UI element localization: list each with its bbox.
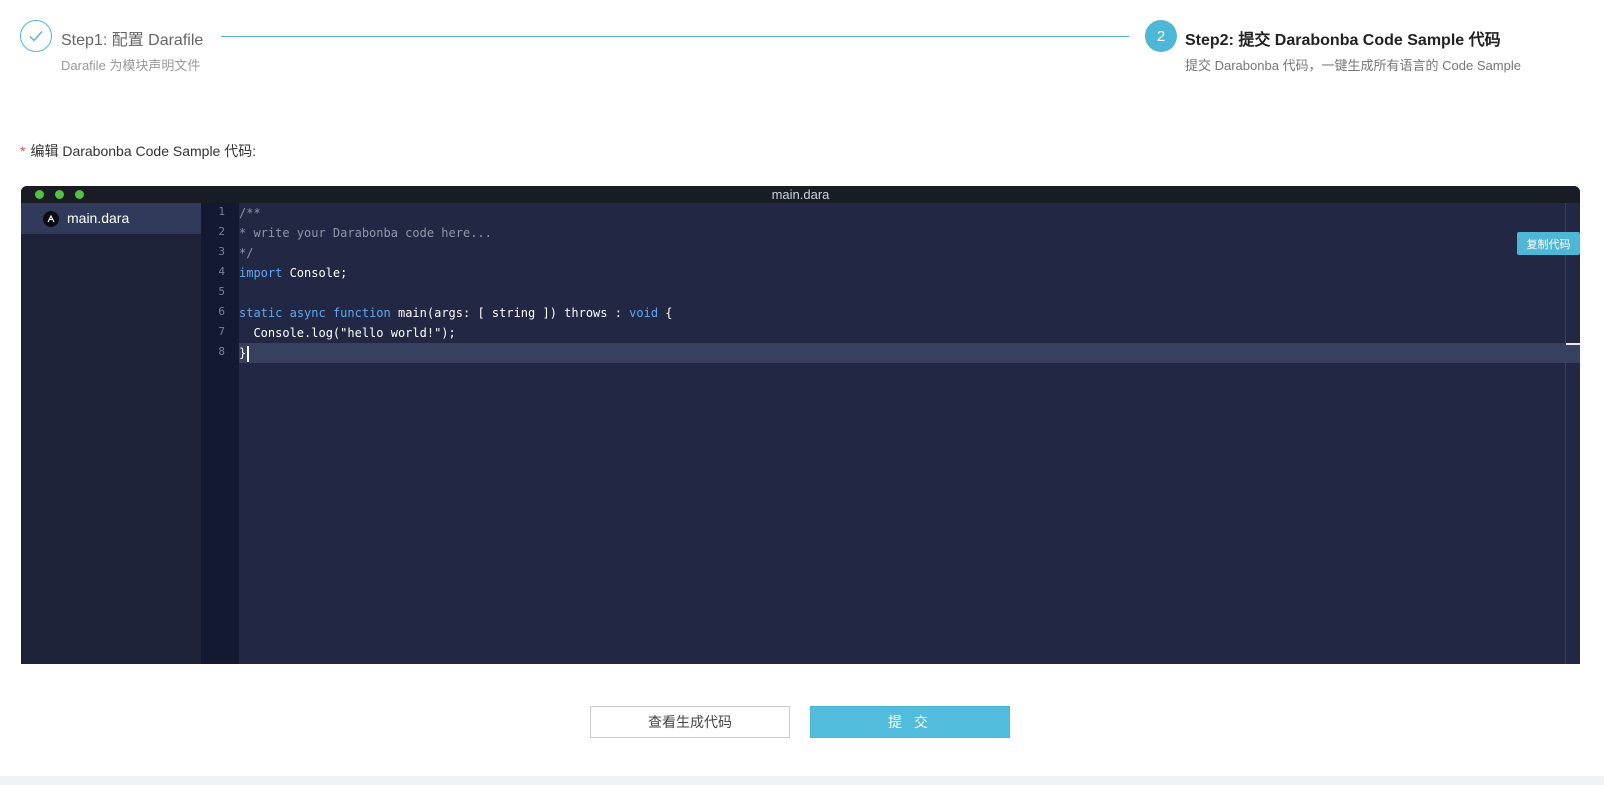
- step1-check-icon: [20, 20, 52, 52]
- code-line: import Console;: [239, 263, 347, 283]
- code-keyword: async: [289, 306, 326, 320]
- step2-title: Step2: 提交 Darabonba Code Sample 代码: [1185, 32, 1501, 49]
- editor-window-title: main.dara: [771, 187, 830, 202]
- step1-description: Darafile 为模块声明文件: [61, 58, 201, 73]
- code-comment: * write your Darabonba code here...: [239, 226, 492, 240]
- code-line: Console.log("hello world!");: [239, 323, 456, 343]
- line-number: 1: [218, 205, 225, 218]
- code-comment: */: [239, 246, 254, 260]
- line-number: 4: [218, 265, 225, 278]
- text-cursor: [247, 345, 250, 362]
- code-line: static async function main(args: [ strin…: [239, 303, 673, 323]
- view-generated-code-button[interactable]: 查看生成代码: [590, 706, 790, 738]
- code-field-label-text: 编辑 Darabonba Code Sample 代码:: [30, 143, 257, 159]
- line-number: 5: [218, 285, 225, 298]
- line-number: 2: [218, 225, 225, 238]
- code-keyword: void: [629, 306, 659, 320]
- code-editor: main.dara main.dara 1 2 3 4 5 6 7 8 /** …: [21, 186, 1580, 664]
- file-item-main-dara[interactable]: main.dara: [21, 203, 201, 234]
- darabonba-logo-icon: [43, 211, 59, 227]
- file-item-label: main.dara: [67, 210, 130, 226]
- step1-title: Step1: 配置 Darafile: [61, 32, 204, 49]
- code-text: Console.log("hello world!");: [239, 326, 456, 340]
- editor-scrollbar[interactable]: [1565, 203, 1566, 664]
- scrollbar-cursor-marker: [1566, 343, 1580, 345]
- code-field-label: * 编辑 Darabonba Code Sample 代码:: [20, 141, 256, 161]
- line-number: 8: [218, 345, 225, 358]
- code-keyword: function: [332, 306, 391, 320]
- code-text-area[interactable]: /** * write your Darabonba code here... …: [239, 203, 1580, 664]
- line-number: 6: [218, 305, 225, 318]
- code-text: Console;: [282, 266, 348, 280]
- editor-titlebar: main.dara: [21, 186, 1580, 203]
- page-footer-strip: [0, 776, 1604, 785]
- code-line: * write your Darabonba code here...: [239, 223, 492, 243]
- code-text: }: [239, 346, 247, 360]
- step-connector-line: [221, 36, 1129, 37]
- code-text: main(args: [ string ]) throws :: [390, 306, 630, 320]
- submit-button[interactable]: 提 交: [810, 706, 1010, 738]
- code-line: }: [239, 343, 250, 363]
- steps-progress: Step1: 配置 Darafile Darafile 为模块声明文件 2 St…: [0, 0, 1604, 90]
- code-line: */: [239, 243, 253, 263]
- active-line-highlight: [239, 343, 1580, 363]
- code-keyword: static: [239, 306, 283, 320]
- code-line: /**: [239, 203, 261, 223]
- code-keyword: import: [239, 266, 283, 280]
- required-mark: *: [20, 143, 26, 159]
- step2-number-badge: 2: [1145, 20, 1177, 52]
- step2-description: 提交 Darabonba 代码，一键生成所有语言的 Code Sample: [1185, 58, 1521, 73]
- line-number: 3: [218, 245, 225, 258]
- line-number-gutter: 1 2 3 4 5 6 7 8: [201, 203, 239, 664]
- code-comment: /**: [239, 206, 261, 220]
- code-text: {: [658, 306, 673, 320]
- line-number: 7: [218, 325, 225, 338]
- file-explorer: main.dara: [21, 203, 201, 664]
- copy-code-button[interactable]: 复制代码: [1517, 232, 1580, 255]
